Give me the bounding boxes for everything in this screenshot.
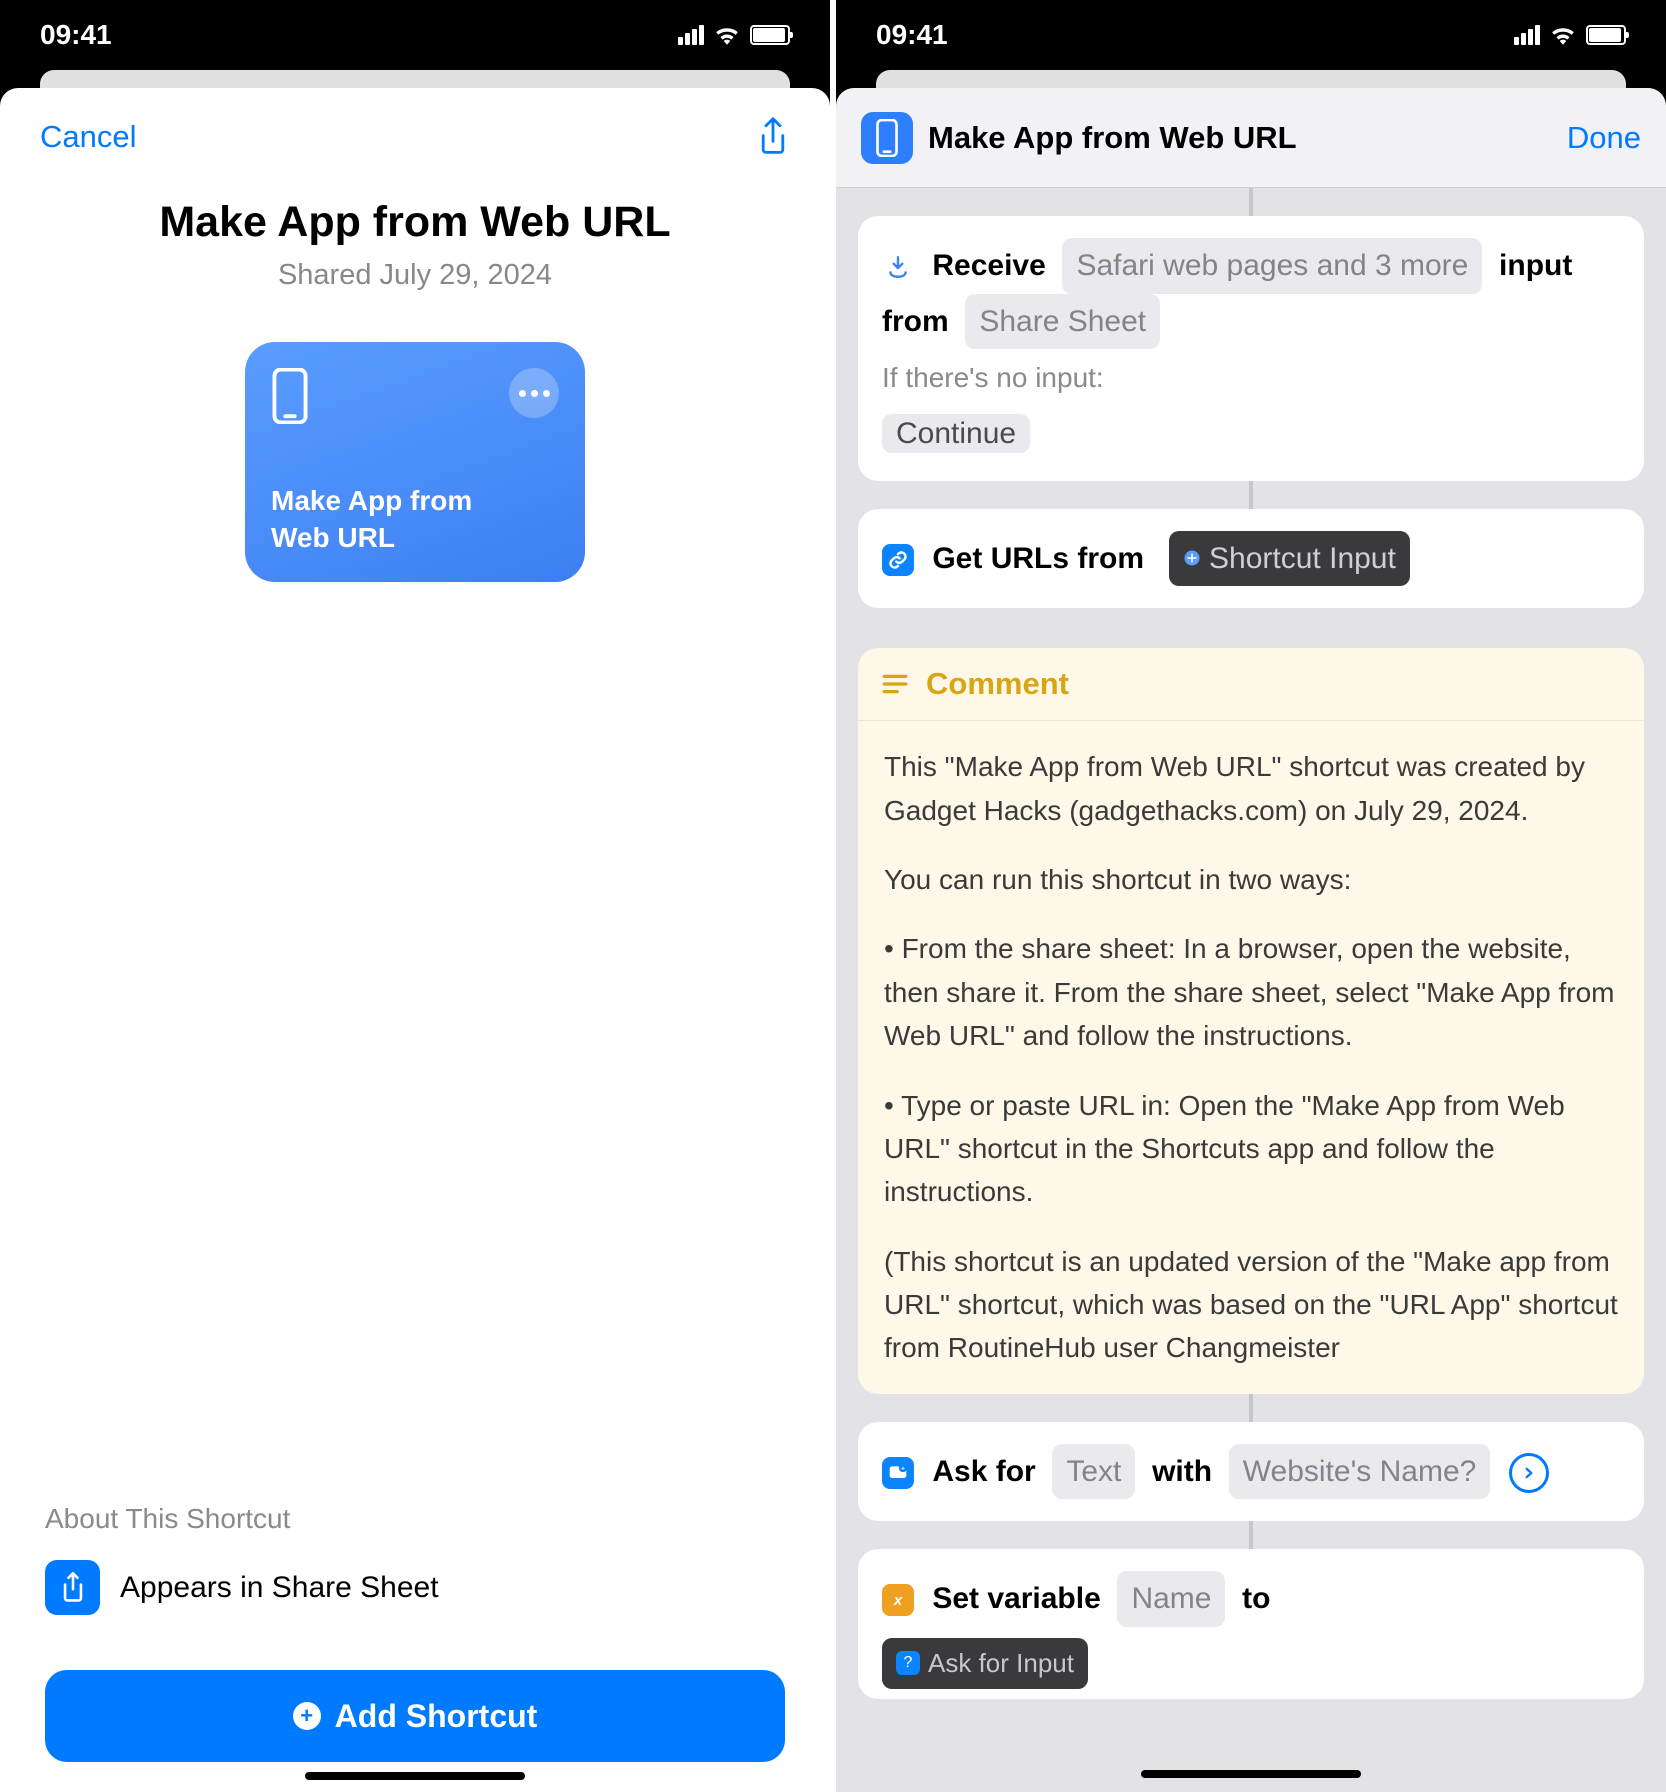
title-block: Make App from Web URL Shared July 29, 20… — [0, 168, 830, 302]
shortcut-editor-sheet: Make App from Web URL Done Receive Safar… — [836, 88, 1666, 1792]
editor-title[interactable]: Make App from Web URL — [928, 120, 1552, 156]
comment-body: This "Make App from Web URL" shortcut wa… — [858, 721, 1644, 1394]
input-source-pill[interactable]: Share Sheet — [965, 294, 1160, 350]
tile-label: Make App from Web URL — [271, 483, 559, 556]
connector-line — [1249, 481, 1253, 509]
shortcut-tile[interactable]: Make App from Web URL — [245, 342, 585, 582]
setvar-verb: Set variable — [932, 1582, 1100, 1615]
wifi-icon — [1550, 25, 1576, 45]
editor-header: Make App from Web URL Done — [836, 88, 1666, 188]
ask-verb: Ask for — [932, 1455, 1035, 1488]
ask-type-pill[interactable]: Text — [1052, 1444, 1135, 1500]
receive-verb: Receive — [932, 249, 1045, 282]
comment-header: Comment — [926, 666, 1069, 702]
link-icon — [882, 544, 914, 576]
home-indicator[interactable] — [305, 1772, 525, 1780]
ask-input-var-icon: ? — [896, 1651, 920, 1675]
svg-text:x: x — [893, 1592, 903, 1609]
battery-icon — [750, 25, 790, 45]
expand-chevron-icon[interactable] — [1509, 1453, 1549, 1493]
add-shortcut-label: Add Shortcut — [335, 1698, 538, 1735]
phone-icon — [271, 368, 309, 424]
comment-icon — [882, 673, 908, 695]
connector-line — [1249, 1521, 1253, 1549]
ask-for-input-action[interactable]: + Ask for Text with Website's Name? — [858, 1422, 1644, 1522]
sheet-behind — [876, 70, 1626, 88]
connector-line — [1249, 188, 1253, 216]
appears-in-share-sheet-row: Appears in Share Sheet — [45, 1560, 785, 1615]
variable-icon: x — [882, 1584, 914, 1616]
about-header: About This Shortcut — [45, 1503, 785, 1535]
receive-input-action[interactable]: Receive Safari web pages and 3 more inpu… — [858, 216, 1644, 481]
ellipsis-icon — [519, 390, 550, 397]
comment-action[interactable]: Comment This "Make App from Web URL" sho… — [858, 648, 1644, 1394]
no-input-action-pill[interactable]: Continue — [882, 414, 1030, 453]
shortcut-input-token[interactable]: Shortcut Input — [1169, 531, 1410, 587]
shared-date: Shared July 29, 2024 — [40, 259, 790, 292]
setvar-to-label: to — [1242, 1582, 1270, 1615]
nav-bar: Cancel — [0, 88, 830, 168]
no-input-label: If there's no input: — [882, 355, 1620, 401]
magic-var-icon — [1183, 549, 1201, 567]
add-shortcut-sheet: Cancel Make App from Web URL Shared July… — [0, 88, 830, 1792]
shortcut-icon[interactable] — [861, 112, 913, 164]
left-screen: 09:41 Cancel Make App from Web URL Share… — [0, 0, 830, 1792]
cancel-button[interactable]: Cancel — [40, 119, 137, 155]
share-button[interactable] — [756, 116, 790, 158]
status-indicators — [678, 25, 790, 45]
more-button[interactable] — [509, 368, 559, 418]
share-sheet-icon — [45, 1560, 100, 1615]
variable-value-token[interactable]: ? Ask for Input — [882, 1638, 1088, 1689]
connector-line — [1249, 1394, 1253, 1422]
cellular-icon — [678, 25, 704, 45]
sheet-behind — [40, 70, 790, 88]
receive-icon — [882, 251, 914, 283]
wifi-icon — [714, 25, 740, 45]
status-time: 09:41 — [876, 19, 948, 51]
set-variable-action[interactable]: x Set variable Name to ? Ask for Input — [858, 1549, 1644, 1698]
status-bar: 09:41 — [836, 0, 1666, 70]
cellular-icon — [1514, 25, 1540, 45]
done-button[interactable]: Done — [1567, 120, 1641, 156]
plus-circle-icon: + — [293, 1702, 321, 1730]
battery-icon — [1586, 25, 1626, 45]
status-indicators — [1514, 25, 1626, 45]
ask-prompt-pill[interactable]: Website's Name? — [1229, 1444, 1491, 1500]
right-screen: 09:41 Make App from Web URL Done — [836, 0, 1666, 1792]
get-urls-label: Get URLs from — [932, 541, 1144, 574]
get-urls-action[interactable]: Get URLs from Shortcut Input — [858, 509, 1644, 609]
ask-icon: + — [882, 1457, 914, 1489]
appears-text: Appears in Share Sheet — [120, 1571, 439, 1605]
status-time: 09:41 — [40, 19, 112, 51]
page-title: Make App from Web URL — [40, 198, 790, 247]
actions-list[interactable]: Receive Safari web pages and 3 more inpu… — [836, 188, 1666, 1792]
home-indicator[interactable] — [1141, 1770, 1361, 1778]
add-shortcut-button[interactable]: + Add Shortcut — [45, 1670, 785, 1762]
ask-with-label: with — [1152, 1455, 1212, 1488]
variable-name-pill[interactable]: Name — [1117, 1571, 1225, 1627]
svg-text:+: + — [901, 1465, 905, 1472]
status-bar: 09:41 — [0, 0, 830, 70]
input-types-pill[interactable]: Safari web pages and 3 more — [1062, 238, 1482, 294]
